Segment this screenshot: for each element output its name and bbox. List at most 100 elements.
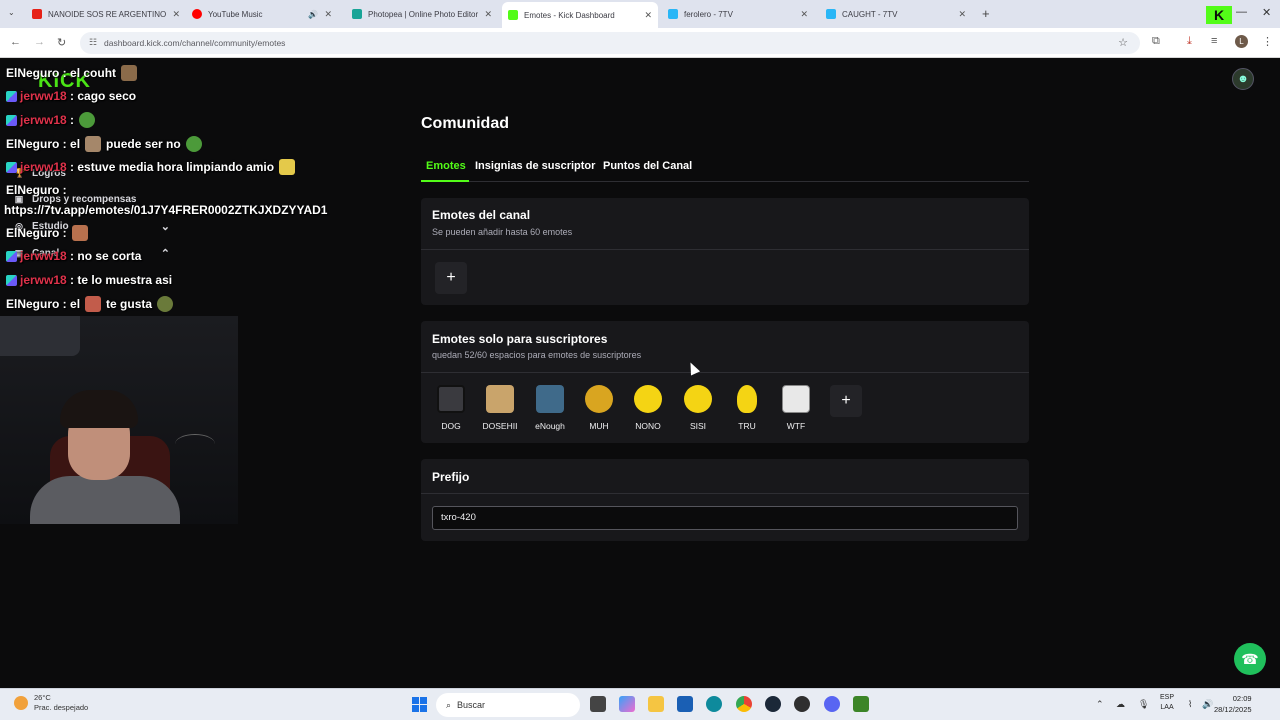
support-chat-button[interactable]: ☎ [1234,643,1266,675]
chat-text: te gusta [106,297,153,311]
language-indicator[interactable]: ESP LAA [1160,693,1174,713]
emote-item[interactable]: eNough [530,385,570,431]
download-icon[interactable]: ⤓ [1187,35,1192,48]
emote-item[interactable]: SISI [678,385,718,431]
extensions-icon[interactable]: ⧉ [1152,35,1160,48]
subscriber-badge-icon [6,274,17,286]
browser-tab-6[interactable]: CAUGHT - 7TV ✕ [820,4,972,24]
wifi-icon[interactable]: ⌇ [1188,699,1192,710]
divider [421,493,1029,494]
browser-tab-title: Emotes - Kick Dashboard [524,10,615,20]
weather-widget[interactable]: 26°C Prac. despejado [14,693,88,713]
obs-icon[interactable] [794,696,810,712]
tab-search-icon[interactable]: ⌄ [8,8,15,17]
tab-emotes[interactable]: Emotes [426,160,466,172]
tab-insignias[interactable]: Insignias de suscriptor [475,160,595,172]
subscriber-badge-icon [6,161,17,173]
chevron-down-icon[interactable]: ⌄ [161,220,170,233]
browser-tab-title: YouTube Music [208,9,263,19]
chat-message: jerww18 : te lo muestra asi [6,273,172,287]
chrome-icon[interactable] [736,696,752,712]
prefix-input[interactable]: txro-420 [432,506,1018,530]
kick-favicon-icon [508,10,518,20]
minimize-window-icon[interactable]: — [1236,6,1247,18]
sub-emotes-card: Emotes solo para suscriptores quedan 52/… [421,321,1029,443]
copilot-icon[interactable] [619,696,635,712]
webcam-background [175,434,215,454]
emote-item[interactable]: DOSEHII [480,385,520,431]
task-view-icon[interactable] [590,696,606,712]
minecraft-icon[interactable] [853,696,869,712]
close-window-icon[interactable]: ✕ [1262,6,1271,19]
browser-tab-title: NANOIDE SOS RE ARGENTINO [48,9,167,19]
edge-icon[interactable] [706,696,722,712]
browser-tab-2[interactable]: YouTube Music 🔊 ✕ [186,4,338,24]
close-tab-icon[interactable]: ✕ [172,9,180,20]
dog-emote-icon [437,385,465,413]
subscriber-badge-icon [6,90,17,102]
onedrive-icon[interactable]: ☁ [1116,699,1125,710]
emote-name: WTF [786,421,806,431]
emote-item[interactable]: NONO [628,385,668,431]
tab-puntos[interactable]: Puntos del Canal [603,160,692,172]
kick-watermark-logo: K [1206,6,1232,24]
profile-avatar[interactable]: L [1235,35,1248,48]
emote-item[interactable]: DOG [431,385,471,431]
media-queue-icon[interactable]: ≡ [1211,35,1217,47]
file-explorer-icon[interactable] [648,696,664,712]
url-input[interactable]: ☷ dashboard.kick.com/channel/community/e… [80,32,1140,54]
emote-name: DOSEHII [482,421,518,431]
webcam-feed [0,316,238,524]
taskbar-search[interactable]: ⌕ Buscar [436,693,580,717]
forward-icon[interactable]: → [34,36,45,48]
chat-username: ElNeguro [6,183,60,197]
browser-tab-1[interactable]: NANOIDE SOS RE ARGENTINO ✕ [26,4,186,24]
chat-text: puede ser no [106,137,181,151]
add-channel-emote-button[interactable]: + [435,262,467,294]
site-settings-icon[interactable]: ☷ [89,37,97,48]
new-tab-button[interactable]: + [982,6,990,21]
store-icon[interactable] [677,696,693,712]
url-text: dashboard.kick.com/channel/community/emo… [104,38,286,48]
youtube-music-favicon-icon [192,9,202,19]
emote-item[interactable]: WTF [776,385,816,431]
audio-playing-icon[interactable]: 🔊 [308,10,318,19]
browser-tab-5[interactable]: ferolero - 7TV ✕ [662,4,814,24]
chat-message: jerww18 : estuve media hora limpiando am… [6,159,300,175]
close-tab-icon[interactable]: ✕ [644,10,652,21]
close-tab-icon[interactable]: ✕ [958,9,966,20]
card-title: Emotes solo para suscriptores [432,332,608,346]
bookmark-star-icon[interactable]: ☆ [1118,36,1128,49]
search-placeholder: Buscar [457,700,486,710]
subscriber-badge-icon [6,250,17,262]
weather-sun-icon [14,696,28,710]
back-icon[interactable]: ← [10,36,21,48]
volume-icon[interactable]: 🔊 [1202,699,1213,710]
close-tab-icon[interactable]: ✕ [800,9,808,20]
discord-icon[interactable] [824,696,840,712]
chat-username: ElNeguro [6,137,60,151]
add-sub-emote-button[interactable]: + [830,385,862,417]
chat-text: te lo muestra asi [77,273,173,287]
reload-icon[interactable]: ↻ [57,36,66,49]
photopea-favicon-icon [352,9,362,19]
start-button[interactable] [412,697,427,712]
emote-name: NONO [635,421,661,431]
browser-menu-icon[interactable]: ⋮ [1262,35,1273,48]
user-avatar[interactable]: ☻ [1232,68,1254,90]
close-tab-icon[interactable]: ✕ [324,9,332,20]
close-tab-icon[interactable]: ✕ [484,9,492,20]
chat-emote-icon [157,296,174,312]
browser-tab-3[interactable]: Photopea | Online Photo Editor ✕ [346,4,498,24]
dosehii-emote-icon [486,385,514,413]
chat-link[interactable]: https://7tv.app/emotes/01J7Y4FRER0002ZTK… [4,203,327,217]
tray-overflow-icon[interactable]: ⌃ [1096,699,1104,710]
browser-tab-4[interactable]: Emotes - Kick Dashboard ✕ [502,2,658,28]
steam-icon[interactable] [765,696,781,712]
emote-item[interactable]: MUH [579,385,619,431]
chat-message: ElNeguro : [6,183,67,197]
chevron-up-icon[interactable]: ⌃ [161,247,170,260]
microphone-icon[interactable]: 🎙 [1138,699,1149,710]
system-clock[interactable]: 02:09 28/12/2025 [1214,693,1252,715]
emote-item[interactable]: TRU [727,385,767,431]
